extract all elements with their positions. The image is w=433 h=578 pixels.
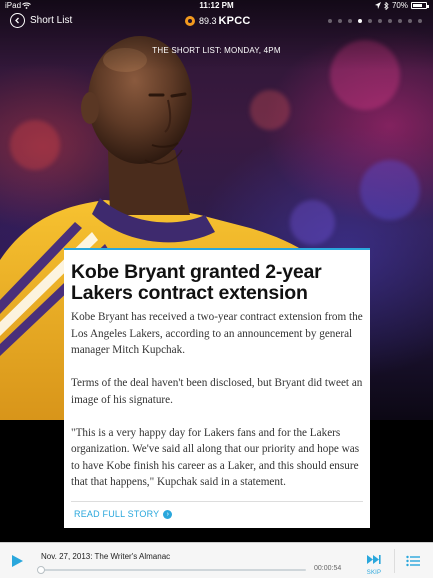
play-icon[interactable] — [10, 554, 24, 568]
clock: 11:12 PM — [199, 1, 234, 10]
location-arrow-icon — [374, 2, 381, 9]
article-paragraph: Terms of the deal haven't been disclosed… — [71, 377, 363, 406]
player-divider — [394, 549, 395, 573]
skip-forward-icon — [367, 555, 381, 564]
logo-frequency: 89.3 — [199, 16, 217, 26]
article-body: Kobe Bryant has received a two-year cont… — [71, 309, 365, 507]
back-label: Short List — [30, 15, 73, 26]
article-title: Kobe Bryant granted 2-year Lakers contra… — [71, 261, 322, 304]
logo-call-sign: KPCC — [218, 15, 251, 27]
page-dot[interactable] — [398, 19, 402, 23]
page-dot[interactable] — [338, 19, 342, 23]
page-dot[interactable] — [358, 19, 362, 23]
article-paragraph: "This is a very happy day for Lakers fan… — [71, 426, 360, 489]
skip-button[interactable]: SKIP — [364, 551, 384, 576]
arrow-right-icon: › — [163, 509, 173, 519]
battery-icon — [411, 2, 429, 9]
page-indicator[interactable] — [328, 19, 422, 23]
progress-thumb[interactable] — [37, 566, 45, 574]
logo-mark-icon — [185, 16, 195, 26]
page-dot[interactable] — [328, 19, 332, 23]
read-more-label: READ FULL STORY — [74, 509, 160, 519]
page-dot[interactable] — [388, 19, 392, 23]
chevron-left-icon — [10, 13, 25, 28]
page-dot[interactable] — [378, 19, 382, 23]
bluetooth-icon — [384, 1, 389, 10]
status-bar: iPad 11:12 PM 70% — [0, 0, 433, 11]
station-logo: 89.3 KPCC — [185, 15, 251, 27]
elapsed-time: 00:00:54 — [314, 565, 342, 572]
page-dot[interactable] — [418, 19, 422, 23]
back-button[interactable]: Short List — [10, 13, 72, 28]
page-dot[interactable] — [368, 19, 372, 23]
status-right: 70% — [374, 0, 429, 11]
list-icon[interactable] — [406, 555, 420, 567]
progress-slider[interactable] — [37, 566, 306, 574]
episode-title: Nov. 27, 2013: The Writer's Almanac — [41, 552, 171, 561]
skip-label: SKIP — [366, 570, 382, 576]
read-full-story-link[interactable]: READ FULL STORY › — [74, 509, 173, 519]
page-dot[interactable] — [348, 19, 352, 23]
battery-percent: 70% — [391, 1, 408, 10]
article-paragraph: Kobe Bryant has received a two-year cont… — [71, 311, 363, 356]
page-dot[interactable] — [408, 19, 412, 23]
audio-player: Nov. 27, 2013: The Writer's Almanac 00:0… — [0, 542, 433, 578]
page-subtitle: THE SHORT LIST: MONDAY, 4PM — [152, 46, 281, 55]
article-card[interactable]: Kobe Bryant granted 2-year Lakers contra… — [64, 248, 370, 528]
card-divider — [71, 501, 363, 502]
top-nav: Short List 89.3 KPCC — [0, 11, 433, 33]
